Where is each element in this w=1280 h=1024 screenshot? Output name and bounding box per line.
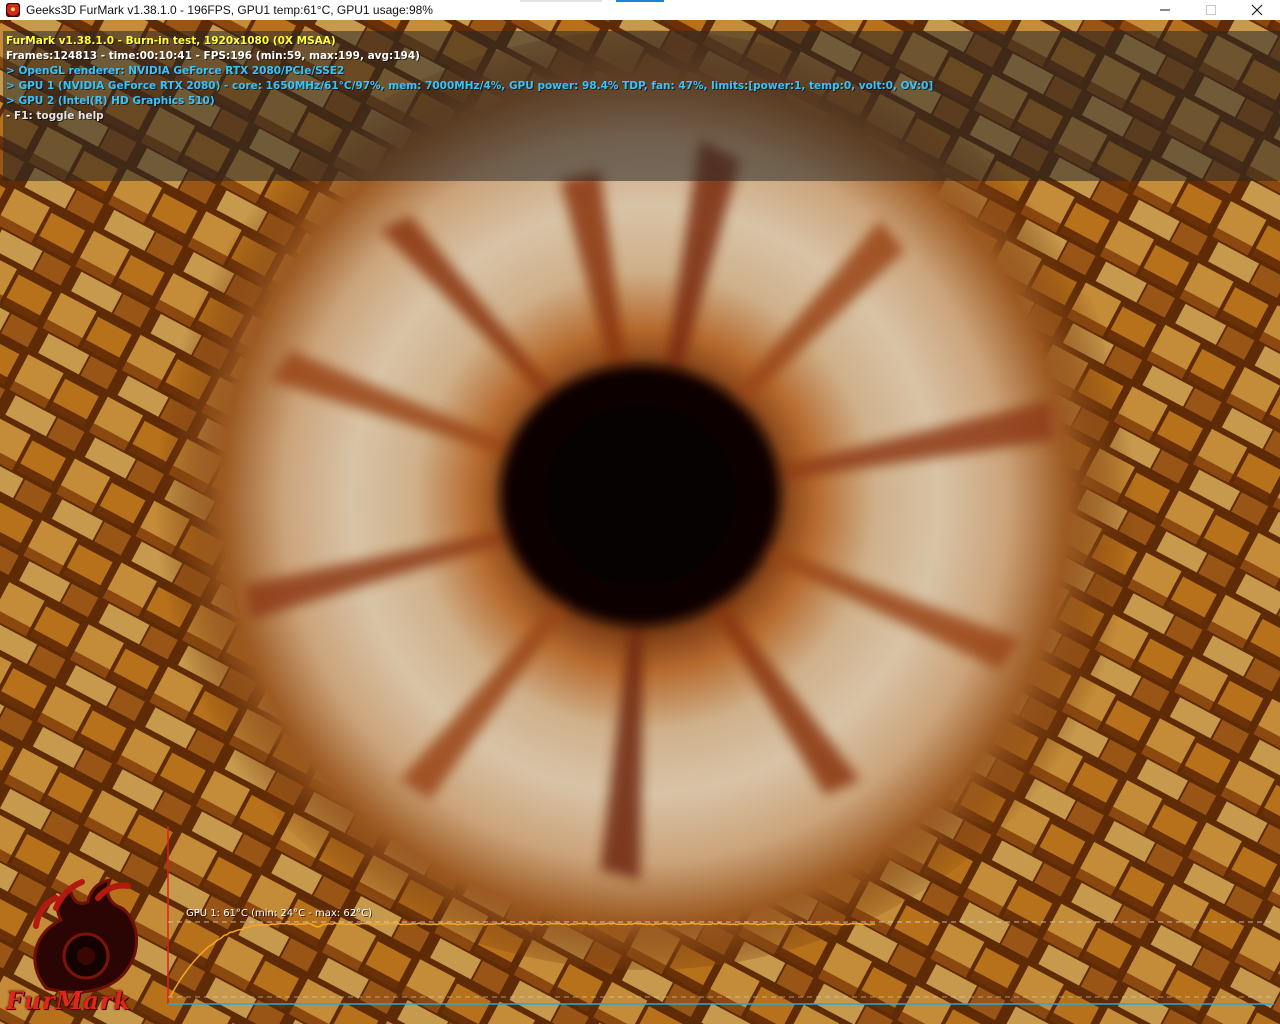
overlay-help-line: - F1: toggle help [6,110,104,122]
title-bar-accent [520,0,602,2]
graph-temperature-label: GPU 1: 61°C (min: 24°C - max: 62°C) [186,908,372,919]
furmark-logo: FurMark [6,868,156,1018]
furmark-logo-text: FurMark [6,986,132,1015]
furmark-logo-icon [33,878,139,994]
close-icon [1251,4,1263,16]
minimize-icon [1160,9,1170,11]
close-button[interactable] [1234,0,1280,20]
gpu-temperature-graph: GPU 1: 61°C (min: 24°C - max: 62°C) [166,826,1274,1006]
overlay-gpu1-line: > GPU 1 (NVIDIA GeForce RTX 2080) - core… [6,80,934,92]
title-bar-focus-indicator [616,0,664,2]
overlay-gpu2-line: > GPU 2 (Intel(R) HD Graphics 510) [6,95,215,107]
window-title-bar[interactable]: Geeks3D FurMark v1.38.1.0 - 196FPS, GPU1… [0,0,1280,20]
maximize-button[interactable] [1188,0,1234,20]
overlay-title-line: FurMark v1.38.1.0 - Burn-in test, 1920x1… [6,35,336,47]
overlay-stats-line: Frames:124813 - time:00:10:41 - FPS:196 … [6,50,420,62]
maximize-icon [1206,5,1216,15]
gpu-temperature-curve [169,922,876,998]
window-controls [1142,0,1280,20]
render-viewport[interactable]: FurMark v1.38.1.0 - Burn-in test, 1920x1… [0,20,1280,1024]
furmark-app-icon[interactable] [6,3,20,17]
overlay-renderer-line: > OpenGL renderer: NVIDIA GeForce RTX 20… [6,65,345,77]
minimize-button[interactable] [1142,0,1188,20]
info-overlay-panel: FurMark v1.38.1.0 - Burn-in test, 1920x1… [3,31,1280,181]
window-title: Geeks3D FurMark v1.38.1.0 - 196FPS, GPU1… [26,3,433,17]
